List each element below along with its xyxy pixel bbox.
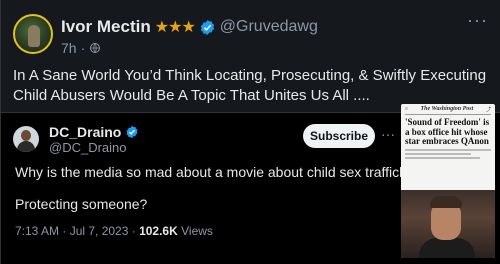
divider: [405, 114, 491, 115]
tweet-text: In A Sane World You’d Think Locating, Pr…: [13, 67, 487, 104]
separator-dot: ·: [80, 40, 86, 56]
tweet-time[interactable]: 7h: [61, 40, 77, 56]
article-text-line: [405, 152, 471, 155]
article-photo: [401, 190, 495, 258]
author-row: Ivor Mectin ★★★ @Gruvedawg: [61, 16, 318, 38]
menu-icon: ≡: [405, 106, 408, 112]
quoted-text-line2: Protecting someone?: [15, 196, 148, 212]
quoted-author-name[interactable]: DC_Draino: [49, 124, 121, 140]
timestamp-row: 7h ·: [61, 40, 101, 56]
verified-badge-icon: [126, 125, 138, 139]
more-icon[interactable]: ···: [467, 10, 488, 31]
stars-icon: ★★★: [154, 19, 196, 36]
views-label: Views: [177, 224, 213, 238]
article-topbar: ≡ The Washington Post ⤴: [401, 104, 495, 114]
quoted-author-row: DC_Draino: [49, 124, 139, 140]
globe-icon: [90, 43, 101, 53]
quoted-author-handle[interactable]: @DC_Draino: [49, 140, 127, 155]
quoted-meta: 7:13 AM · Jul 7, 2023 · 102.6K Views: [15, 224, 213, 238]
tweet-card[interactable]: Ivor Mectin ★★★ @Gruvedawg 7h · ··· In A…: [0, 0, 500, 264]
article-text-line: [405, 156, 481, 159]
author-handle[interactable]: @Gruvedawg: [220, 18, 318, 36]
author-name[interactable]: Ivor Mectin: [61, 17, 151, 37]
subscribe-button[interactable]: Subscribe: [303, 124, 375, 148]
share-icon: ⤴: [485, 107, 491, 113]
article-headline: 'Sound of Freedom' is a box office hit w…: [405, 117, 490, 146]
article-text-line: [405, 148, 491, 151]
more-icon[interactable]: ···: [381, 126, 395, 142]
quoted-author-avatar[interactable]: [13, 126, 39, 152]
author-avatar[interactable]: [13, 14, 53, 54]
views-count: 102.6K: [139, 224, 178, 238]
article-masthead: The Washington Post: [420, 106, 474, 112]
article-screenshot[interactable]: ≡ The Washington Post ⤴ 'Sound of Freedo…: [401, 104, 495, 258]
verified-badge-icon: [200, 19, 214, 35]
quoted-date[interactable]: 7:13 AM · Jul 7, 2023 ·: [15, 224, 139, 238]
quoted-text-line1: Why is the media so mad about a movie ab…: [15, 164, 433, 180]
